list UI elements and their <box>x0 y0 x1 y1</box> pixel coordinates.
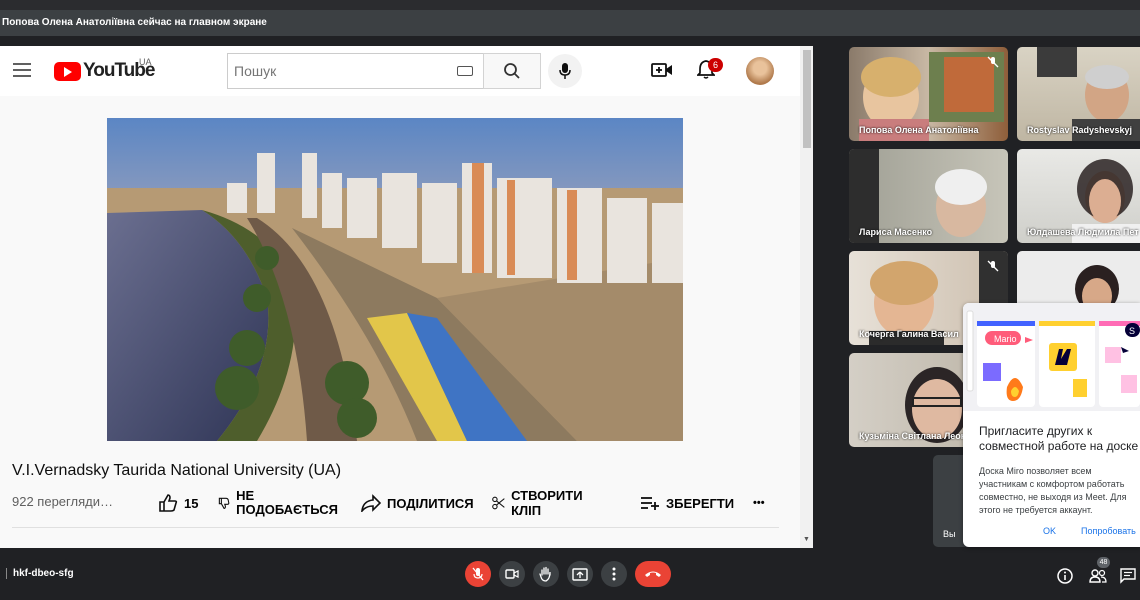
s-cursor-tag: S <box>1129 326 1136 336</box>
top-strip <box>0 0 1140 10</box>
raise-hand-button[interactable] <box>533 561 559 587</box>
save-button[interactable]: ЗБЕРЕГТИ <box>640 488 734 518</box>
mario-cursor-tag: Mario <box>994 334 1017 344</box>
video-frame-kyiv-riverside <box>107 118 683 441</box>
mic-off-icon <box>987 260 999 272</box>
hand-icon <box>539 566 551 582</box>
participant-name: Юлдашева Людмила Пет <box>1027 227 1139 237</box>
share-icon <box>361 494 381 512</box>
thumbs-down-icon <box>218 497 230 509</box>
chat-icon <box>1120 568 1136 584</box>
save-label: ЗБЕРЕГТИ <box>666 495 735 511</box>
microphone-icon <box>559 63 571 79</box>
meeting-code: hkf-dbeo-sfg <box>6 568 74 579</box>
video-player[interactable] <box>107 118 683 441</box>
present-screen-button[interactable] <box>567 561 593 587</box>
menu-icon[interactable] <box>13 63 31 77</box>
video-add-icon <box>651 63 672 77</box>
search-box[interactable] <box>227 53 483 89</box>
clip-button[interactable]: СТВОРИТИ КЛІП <box>492 488 587 518</box>
voice-search-button[interactable] <box>548 54 582 88</box>
miro-popup-body: Доска Miro позволяет всем участникам с к… <box>979 466 1127 515</box>
more-icon: ••• <box>753 497 765 509</box>
miro-try-button[interactable]: Попробовать <box>1081 526 1136 536</box>
playlist-add-icon <box>641 497 659 510</box>
notification-count-badge: 6 <box>708 58 723 72</box>
youtube-play-icon <box>54 61 81 81</box>
participant-name: Попова Олена Анатоліївна <box>859 125 979 135</box>
camera-toggle-button[interactable] <box>499 561 525 587</box>
dislike-label: НЕ ПОДОБАЄТЬСЯ <box>236 488 338 517</box>
account-avatar[interactable] <box>746 57 774 85</box>
info-icon <box>1057 568 1073 584</box>
presenter-banner: Попова Олена Анатоліївна сейчас на главн… <box>0 10 1140 36</box>
scrollbar-thumb[interactable] <box>803 50 811 148</box>
miro-invite-popup: Mario S Пригласите других к совместной р… <box>963 303 1140 547</box>
leave-call-button[interactable] <box>635 561 671 587</box>
participants-button[interactable] <box>1089 568 1107 589</box>
keyboard-icon[interactable] <box>457 66 473 76</box>
share-label: ПОДІЛИТИСЯ <box>387 495 474 511</box>
hang-up-icon <box>645 571 661 577</box>
like-button[interactable]: 15 <box>158 488 198 518</box>
more-vert-icon <box>612 567 616 581</box>
scissors-icon <box>492 496 505 510</box>
chat-button[interactable] <box>1120 568 1136 589</box>
scroll-down-icon[interactable]: ▼ <box>803 536 810 543</box>
more-actions-button[interactable]: ••• <box>753 488 765 518</box>
participant-name: Лариса Масенко <box>859 227 933 237</box>
view-count: 922 перегляди… <box>12 494 113 509</box>
like-count: 15 <box>184 495 199 511</box>
share-button[interactable]: ПОДІЛИТИСЯ <box>361 488 474 518</box>
present-icon <box>572 567 588 581</box>
meet-controls-bar: hkf-dbeo-sfg 48 <box>0 556 1140 600</box>
create-video-button[interactable] <box>651 61 673 84</box>
mic-off-icon <box>472 567 484 581</box>
mic-off-icon <box>987 56 999 68</box>
miro-board-illustration <box>963 303 1140 411</box>
search-button[interactable] <box>483 53 541 89</box>
miro-illustration: Mario S <box>963 303 1140 411</box>
more-options-button[interactable] <box>601 561 627 587</box>
search-icon <box>504 63 520 79</box>
search-input[interactable] <box>228 54 438 88</box>
miro-popup-title: Пригласите других к совместной работе на… <box>979 424 1139 453</box>
video-title: V.I.Vernadsky Taurida National Universit… <box>12 462 342 479</box>
meeting-details-button[interactable] <box>1057 568 1073 589</box>
clip-label: СТВОРИТИ КЛІП <box>511 488 583 518</box>
participant-name: Кочерга Галина Васил <box>859 329 959 339</box>
participant-name: Кузьміна Світлана Леон <box>859 431 967 441</box>
microphone-toggle-button[interactable] <box>465 561 491 587</box>
dislike-button[interactable]: НЕ ПОДОБАЄТЬСЯ <box>218 488 338 518</box>
self-label: Вы <box>943 529 956 539</box>
youtube-header: YouTube UA 6 <box>0 46 800 96</box>
miro-ok-button[interactable]: OK <box>1043 526 1056 536</box>
participant-tile[interactable]: Лариса Масенко <box>849 149 1008 243</box>
participant-tile[interactable]: Rostyslav Radyshevskyj <box>1017 47 1140 141</box>
divider <box>12 527 779 528</box>
country-code: UA <box>139 57 152 67</box>
thumbs-up-icon <box>159 494 178 512</box>
participant-tile[interactable]: Юлдашева Людмила Пет <box>1017 149 1140 243</box>
people-icon <box>1089 569 1107 583</box>
participant-name: Rostyslav Radyshevskyj <box>1027 125 1133 135</box>
shared-screen-youtube: YouTube UA 6 ▼ <box>0 46 813 548</box>
participant-count-badge: 48 <box>1097 557 1110 568</box>
participant-tile[interactable]: Попова Олена Анатоліївна <box>849 47 1008 141</box>
camera-icon <box>505 569 519 579</box>
